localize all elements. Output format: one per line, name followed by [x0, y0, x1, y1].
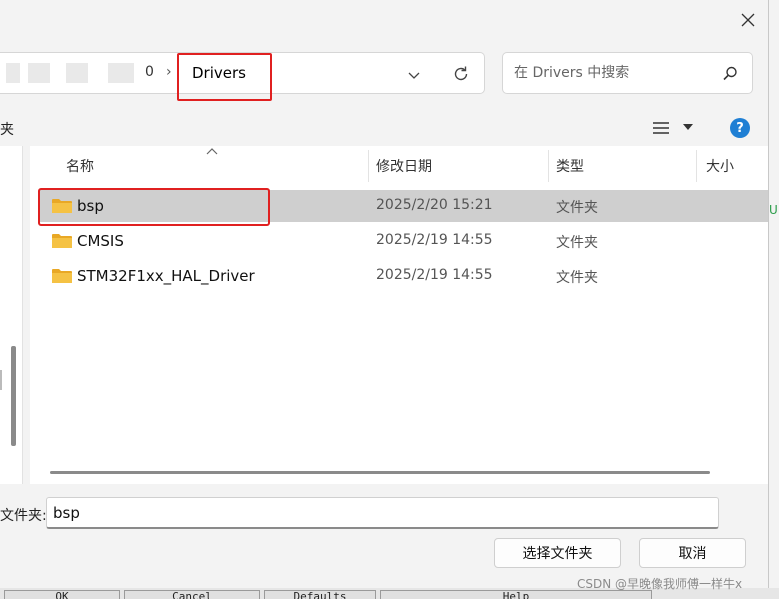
navigation-pane[interactable] [0, 146, 23, 484]
cancel-button[interactable]: 取消 [639, 538, 746, 568]
folder-picker-dialog: 0 › Drivers 夹 ? 名称 修改日期 [0, 0, 769, 589]
file-name: CMSIS [77, 232, 124, 250]
annotation-highlight-box [177, 53, 272, 101]
nav-item-stub [0, 370, 2, 390]
view-dropdown-icon[interactable] [683, 123, 693, 131]
annotation-highlight-box [38, 188, 270, 226]
file-row[interactable]: STM32F1xx_HAL_Driver 2025/2/19 14:55 文件夹 [40, 260, 768, 292]
file-name: STM32F1xx_HAL_Driver [77, 267, 255, 285]
file-row[interactable]: CMSIS 2025/2/19 14:55 文件夹 [40, 225, 768, 257]
nav-scrollbar[interactable] [11, 346, 16, 446]
refresh-icon[interactable] [451, 64, 471, 84]
file-date: 2025/2/19 14:55 [376, 232, 493, 248]
select-folder-button[interactable]: 选择文件夹 [494, 538, 621, 568]
address-bar[interactable]: 0 › Drivers [0, 52, 485, 101]
file-type: 文件夹 [556, 235, 598, 251]
column-divider[interactable] [548, 150, 549, 182]
column-divider[interactable] [368, 150, 369, 182]
column-header-size[interactable]: 大小 [706, 146, 766, 186]
chevron-down-icon[interactable] [404, 65, 424, 85]
blurred-breadcrumb [66, 63, 88, 83]
new-folder-label-partial[interactable]: 夹 [0, 119, 14, 139]
close-button[interactable] [735, 8, 761, 32]
column-header-date[interactable]: 修改日期 [376, 146, 546, 186]
folder-icon [52, 234, 72, 248]
column-header-type-label: 类型 [556, 159, 584, 175]
view-menu-icon[interactable] [652, 118, 670, 138]
help-icon[interactable]: ? [730, 118, 750, 138]
column-header-type[interactable]: 类型 [556, 146, 696, 186]
search-icon[interactable] [721, 65, 739, 83]
file-type: 文件夹 [556, 200, 598, 216]
file-date: 2025/2/19 14:55 [376, 267, 493, 283]
column-header-size-label: 大小 [706, 159, 734, 175]
breadcrumb-separator[interactable]: › [166, 64, 172, 80]
file-type: 文件夹 [556, 270, 598, 286]
background-defaults-button[interactable]: Defaults [264, 590, 376, 599]
search-box[interactable] [502, 52, 753, 94]
background-ok-button[interactable]: OK [4, 590, 120, 599]
file-date: 2025/2/20 15:21 [376, 197, 493, 213]
search-input[interactable] [514, 63, 709, 83]
blurred-breadcrumb [108, 63, 134, 83]
blurred-breadcrumb [28, 63, 50, 83]
column-header-date-label: 修改日期 [376, 159, 432, 175]
watermark: CSDN @早晚像我师傅一样牛x [577, 577, 743, 591]
breadcrumb-partial[interactable]: 0 [145, 64, 154, 80]
column-header-name-label: 名称 [66, 159, 94, 175]
background-cancel-button[interactable]: Cancel [124, 590, 260, 599]
blurred-breadcrumb [6, 63, 20, 83]
column-header-name[interactable]: 名称 [66, 146, 366, 186]
folder-icon [52, 269, 72, 283]
column-divider[interactable] [696, 150, 697, 182]
background-glyph: U [769, 203, 778, 217]
folder-name-input[interactable] [46, 497, 719, 529]
close-icon [741, 13, 755, 27]
horizontal-scrollbar[interactable] [50, 471, 710, 474]
folder-field-label: 文件夹: [0, 508, 47, 524]
